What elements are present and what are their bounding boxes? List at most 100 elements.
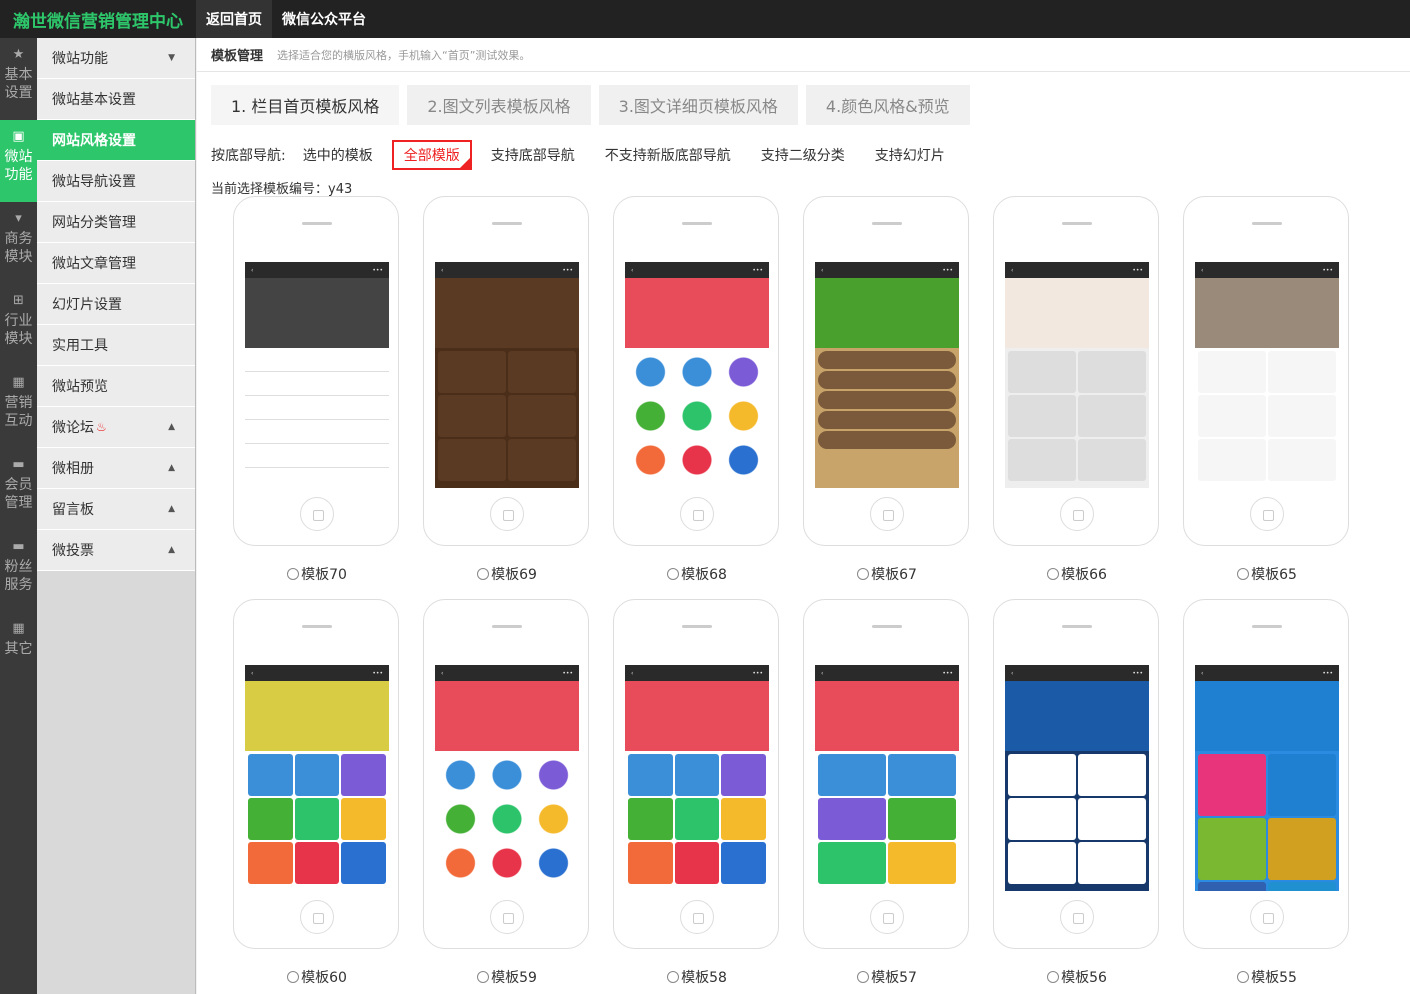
home-button-icon xyxy=(870,497,904,531)
template-screen: ‹ ••• xyxy=(1005,665,1149,891)
filter-option-5[interactable]: 支持幻灯片 xyxy=(863,140,956,170)
icon-nav-item-7[interactable]: ▦ 其它 xyxy=(0,612,37,694)
icon-nav-item-0[interactable]: ★ 基本设置 xyxy=(0,38,37,120)
template-card[interactable]: ‹ ••• 模板58 xyxy=(613,599,781,987)
tile xyxy=(484,798,530,840)
side-menu-item-1[interactable]: 微站基本设置 xyxy=(37,79,195,120)
template-radio[interactable] xyxy=(477,568,490,580)
card-icon: ▬ xyxy=(12,457,25,472)
icon-nav-item-3[interactable]: ⊞ 行业模块 xyxy=(0,284,37,366)
template-radio[interactable] xyxy=(1237,568,1250,580)
template-card[interactable]: ‹ ••• 模板69 xyxy=(423,196,591,584)
template-screen: ‹ ••• xyxy=(1005,262,1149,488)
tile xyxy=(484,754,530,796)
side-menu-label: 微相册 xyxy=(52,461,94,477)
tab-color[interactable]: 4.颜色风格&预览 xyxy=(805,85,970,125)
template-card[interactable]: ‹ ••• 模板70 xyxy=(233,196,401,584)
side-menu-label: 微站功能 xyxy=(52,51,108,67)
filter-option-label: 选中的模板 xyxy=(302,148,373,164)
tab-list[interactable]: 2.图文列表模板风格 xyxy=(407,85,591,125)
template-screen: ‹ ••• xyxy=(815,262,959,488)
side-menu-item-12[interactable]: 微投票 ▲ xyxy=(37,530,195,571)
more-icon: ••• xyxy=(372,669,383,677)
template-radio[interactable] xyxy=(1237,971,1250,983)
side-menu-item-3[interactable]: 微站导航设置 xyxy=(37,161,195,202)
star-icon: ★ xyxy=(12,47,25,62)
icon-nav-item-1[interactable]: ▣ 微站功能 xyxy=(0,120,37,202)
template-card[interactable]: ‹ ••• 模板57 xyxy=(803,599,971,987)
tab-column-home[interactable]: 1. 栏目首页模板风格 xyxy=(211,85,400,125)
template-radio[interactable] xyxy=(1047,568,1060,580)
screen-body xyxy=(625,751,769,887)
template-name: 模板65 xyxy=(1251,567,1297,583)
side-menu-item-2[interactable]: 网站风格设置 xyxy=(37,120,195,161)
tile xyxy=(341,754,386,796)
template-card[interactable]: ‹ ••• 模板59 xyxy=(423,599,591,987)
list-item xyxy=(245,372,389,396)
icon-nav-item-6[interactable]: ▬ 粉丝服务 xyxy=(0,530,37,612)
template-screen: ‹ ••• xyxy=(1195,665,1339,891)
filter-option-label: 支持底部导航 xyxy=(490,148,575,164)
screen-body xyxy=(435,348,579,484)
template-radio[interactable] xyxy=(287,568,300,580)
icon-nav-item-4[interactable]: ▦ 营销互动 xyxy=(0,366,37,448)
tile xyxy=(341,798,386,840)
template-card[interactable]: ‹ ••• 模板66 xyxy=(993,196,1161,584)
screen-topbar: ‹ ••• xyxy=(1005,665,1149,681)
side-menu-item-5[interactable]: 微站文章管理 xyxy=(37,243,195,284)
template-card[interactable]: ‹ ••• 模板65 xyxy=(1183,196,1351,584)
top-nav-wechat[interactable]: 微信公众平台 xyxy=(272,0,376,38)
more-icon: ••• xyxy=(752,266,763,274)
side-menu-item-8[interactable]: 微站预览 xyxy=(37,366,195,407)
template-radio[interactable] xyxy=(477,971,490,983)
speaker xyxy=(492,222,522,225)
filter-option-4[interactable]: 支持二级分类 xyxy=(749,140,856,170)
template-screen: ‹ ••• xyxy=(435,665,579,891)
speaker xyxy=(682,222,712,225)
more-icon: ••• xyxy=(752,669,763,677)
filter-option-1[interactable]: 全部模版 xyxy=(391,140,472,170)
home-button-icon xyxy=(1060,900,1094,934)
chevron-up-icon: ▲ xyxy=(168,422,175,432)
filter-option-3[interactable]: 不支持新版底部导航 xyxy=(593,140,742,170)
template-card[interactable]: ‹ ••• 模板55 xyxy=(1183,599,1351,987)
icon-nav-item-2[interactable]: ▾ 商务模块 xyxy=(0,202,37,284)
side-menu-item-0[interactable]: 微站功能 ▼ xyxy=(37,38,195,79)
template-card[interactable]: ‹ ••• 模板60 xyxy=(233,599,401,987)
template-radio[interactable] xyxy=(667,568,680,580)
home-button-icon xyxy=(1250,900,1284,934)
side-menu: 微站功能 ▼ 微站基本设置网站风格设置微站导航设置 网站分类管理 微站文章管理 幻灯片设置… xyxy=(37,38,196,994)
back-icon: ‹ xyxy=(821,669,824,677)
top-nav-home[interactable]: 返回首页 xyxy=(196,0,272,38)
template-card[interactable]: ‹ ••• 模板56 xyxy=(993,599,1161,987)
screen-banner xyxy=(1195,278,1339,348)
filter-option-2[interactable]: 支持底部导航 xyxy=(479,140,586,170)
template-radio[interactable] xyxy=(287,971,300,983)
template-radio[interactable] xyxy=(1047,971,1060,983)
template-card[interactable]: ‹ ••• 模板68 xyxy=(613,196,781,584)
side-menu-item-7[interactable]: 实用工具 xyxy=(37,325,195,366)
tab-detail[interactable]: 3.图文详细页模板风格 xyxy=(598,85,798,125)
template-radio[interactable] xyxy=(857,568,870,580)
filter-option-0[interactable]: 选中的模板 xyxy=(291,140,384,170)
phone-preview: ‹ ••• xyxy=(613,599,779,949)
template-radio[interactable] xyxy=(857,971,870,983)
template-caption: 模板70 xyxy=(233,564,401,584)
tile xyxy=(628,395,673,437)
side-menu-item-4[interactable]: 网站分类管理 xyxy=(37,202,195,243)
tile xyxy=(721,798,766,840)
icon-nav-label: 会员管理 xyxy=(4,477,33,511)
template-radio[interactable] xyxy=(667,971,680,983)
side-menu-item-6[interactable]: 幻灯片设置 xyxy=(37,284,195,325)
template-card[interactable]: ‹ ••• 模板67 xyxy=(803,196,971,584)
side-menu-label: 网站风格设置 xyxy=(52,133,136,149)
phone-preview: ‹ ••• xyxy=(233,599,399,949)
screen-topbar: ‹ ••• xyxy=(625,262,769,278)
tile xyxy=(1078,439,1146,481)
screen-topbar: ‹ ••• xyxy=(1195,262,1339,278)
side-menu-item-11[interactable]: 留言板 ▲ xyxy=(37,489,195,530)
side-menu-item-10[interactable]: 微相册 ▲ xyxy=(37,448,195,489)
tile xyxy=(1008,439,1076,481)
side-menu-item-9[interactable]: 微论坛 ♨ ▲ xyxy=(37,407,195,448)
icon-nav-item-5[interactable]: ▬ 会员管理 xyxy=(0,448,37,530)
